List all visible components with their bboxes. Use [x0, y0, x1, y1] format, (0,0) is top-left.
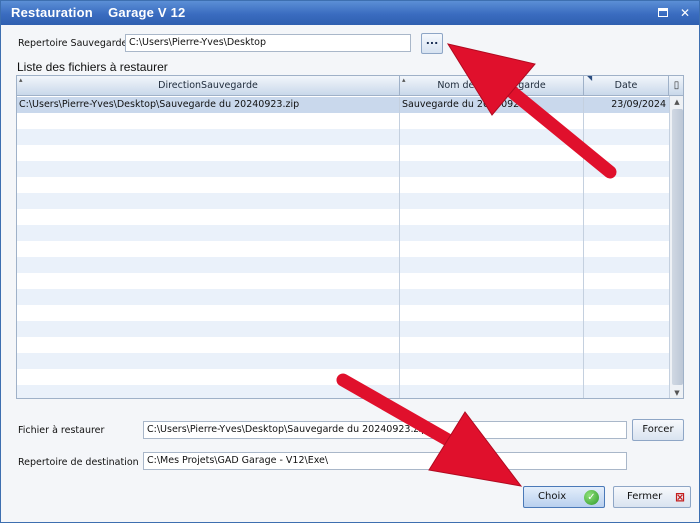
close-button[interactable]: Fermer ⊠: [613, 486, 691, 508]
column-grip-icon: ▴: [19, 76, 23, 84]
maximize-icon[interactable]: [655, 5, 671, 21]
close-icon[interactable]: ✕: [677, 5, 693, 21]
file-list-title: Liste des fichiers à restaurer: [17, 60, 168, 74]
choose-button[interactable]: Choix ✓: [523, 486, 605, 508]
source-folder-label: Repertoire Sauvegarde: [18, 38, 128, 49]
column-header-name[interactable]: ▴ Nom de la Sauvegarde: [400, 76, 584, 96]
restore-file-input[interactable]: C:\Users\Pierre-Yves\Desktop\Sauvegarde …: [143, 421, 627, 439]
destination-input[interactable]: C:\Mes Projets\GAD Garage - V12\Exe\: [143, 452, 627, 470]
sort-indicator-icon: ◥: [586, 76, 593, 82]
file-table: ▴ DirectionSauvegarde ▴ Nom de la Sauveg…: [16, 75, 684, 399]
vertical-scrollbar[interactable]: ▲ ▼: [669, 96, 683, 398]
column-chooser-icon[interactable]: ▯: [669, 76, 683, 96]
cell-date: 23/09/2024: [611, 99, 666, 110]
window-title: Restauration Garage V 12: [11, 5, 186, 20]
empty-row: [17, 257, 669, 273]
table-header: ▴ DirectionSauvegarde ▴ Nom de la Sauveg…: [17, 76, 669, 96]
table-row[interactable]: C:\Users\Pierre-Yves\Desktop\Sauvegarde …: [17, 97, 669, 113]
column-divider: [583, 97, 584, 398]
empty-row: [17, 161, 669, 177]
empty-row: [17, 225, 669, 241]
restore-file-label: Fichier à restaurer: [18, 425, 105, 436]
close-button-label: Fermer: [627, 491, 663, 502]
empty-row: [17, 289, 669, 305]
cell-path: C:\Users\Pierre-Yves\Desktop\Sauvegarde …: [19, 99, 300, 110]
source-folder-input[interactable]: C:\Users\Pierre-Yves\Desktop: [125, 34, 411, 52]
empty-row: [17, 193, 669, 209]
column-grip-icon: ▴: [402, 76, 406, 84]
title-bar[interactable]: Restauration Garage V 12 ✕: [1, 1, 699, 25]
empty-row: [17, 353, 669, 369]
empty-row: [17, 321, 669, 337]
empty-row: [17, 129, 669, 145]
table-body: C:\Users\Pierre-Yves\Desktop\Sauvegarde …: [17, 97, 669, 398]
column-header-date[interactable]: ◥ Date: [584, 76, 669, 96]
scrollbar-thumb[interactable]: [672, 109, 683, 385]
column-divider: [399, 97, 400, 398]
destination-label: Repertoire de destination: [18, 457, 139, 468]
force-button[interactable]: Forcer: [632, 419, 684, 441]
choose-button-label: Choix: [538, 491, 567, 502]
restore-window: Restauration Garage V 12 ✕ Repertoire Sa…: [0, 0, 700, 523]
cancel-icon: ⊠: [674, 490, 686, 504]
scroll-down-icon[interactable]: ▼: [670, 387, 683, 398]
column-header-path[interactable]: ▴ DirectionSauvegarde: [17, 76, 400, 96]
empty-row: [17, 385, 669, 398]
check-icon: ✓: [584, 490, 599, 505]
scroll-up-icon[interactable]: ▲: [670, 96, 683, 108]
browse-button[interactable]: ...: [421, 33, 443, 54]
cell-name: Sauvegarde du 20240923: [402, 99, 526, 110]
